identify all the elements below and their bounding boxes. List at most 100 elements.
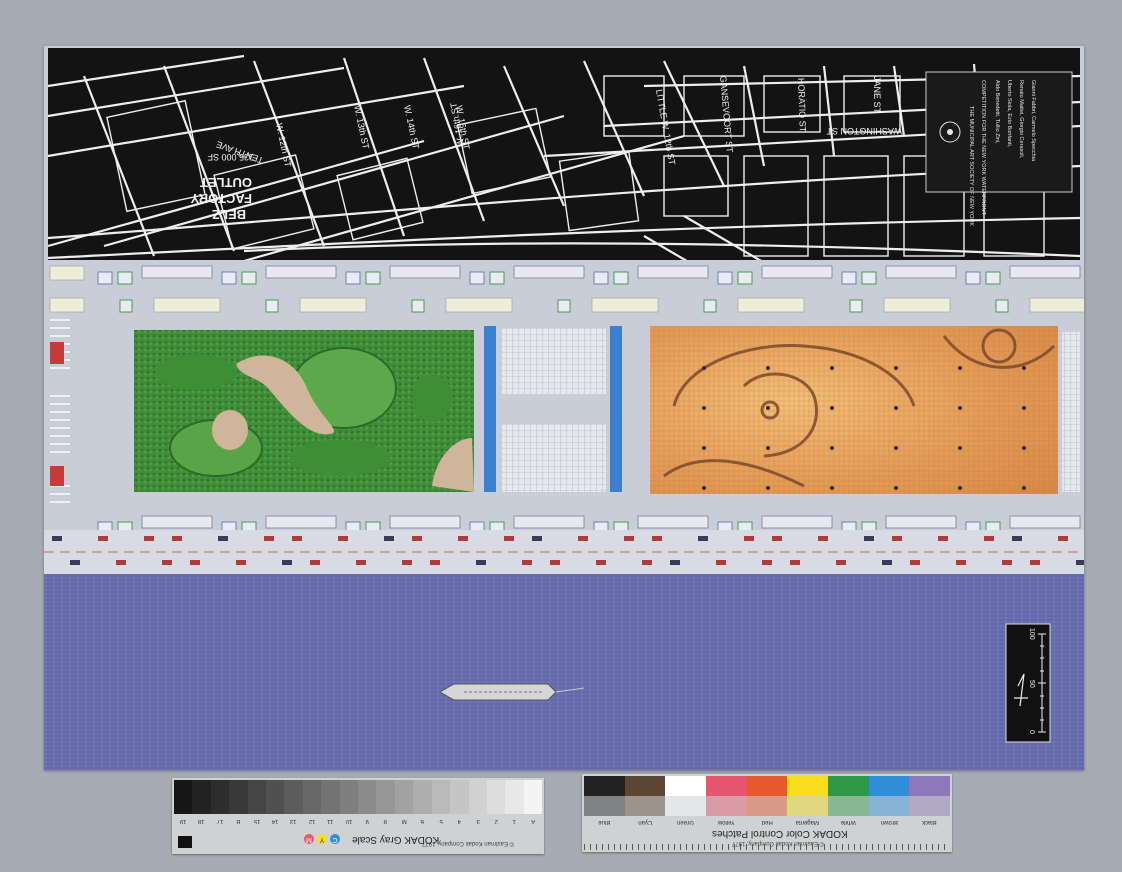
street-washington: WASHINGTON ST <box>826 126 902 136</box>
street-jane: JANE ST <box>872 76 882 114</box>
color-patch-label: White <box>840 819 856 825</box>
building-label-2: FACTORY <box>190 191 252 206</box>
gray-scale-card: 19 18 17 B 15 14 13 12 11 10 9 8 M 6 5 4 3 2 1 A KODAK Gray… <box>172 778 544 854</box>
gray-step <box>247 780 267 814</box>
kiosk <box>97 271 113 285</box>
car <box>550 560 560 565</box>
kiosk <box>119 299 133 313</box>
scale-mid: 50 <box>1028 680 1035 688</box>
building-label-1: BELZ <box>212 207 246 222</box>
kiosk <box>221 271 237 285</box>
mosaic-marker <box>702 406 706 410</box>
kiosk <box>117 271 133 285</box>
gray-step-label: 8 <box>384 818 388 824</box>
car <box>310 560 320 565</box>
building-area: 335,000 SF <box>207 152 254 162</box>
gray-step <box>394 780 414 814</box>
title-block-team-3: Renato Mattei, Giorgio Cerasoli, <box>1018 80 1024 159</box>
car <box>522 560 532 565</box>
gray-step-label: B <box>236 818 241 824</box>
kiosk <box>717 271 733 285</box>
bench-block <box>883 297 951 313</box>
car <box>670 560 680 565</box>
gray-step <box>229 780 248 814</box>
car <box>236 560 246 565</box>
car <box>282 560 292 565</box>
car <box>116 560 126 565</box>
gray-step <box>358 780 377 814</box>
color-patch-label: Black <box>922 819 937 825</box>
mosaic-marker <box>830 446 834 450</box>
gray-step <box>468 780 487 814</box>
gray-step-label: 1 <box>512 818 517 824</box>
car <box>652 536 662 541</box>
kiosk <box>995 299 1009 313</box>
color-patch <box>583 776 625 816</box>
kodak-logo-icon <box>178 836 192 848</box>
kiosk <box>613 271 629 285</box>
car <box>744 536 754 541</box>
building-label-3: OUTLET <box>200 175 252 190</box>
shelter-structure <box>141 265 213 279</box>
car <box>642 560 652 565</box>
car <box>864 536 874 541</box>
car <box>190 560 200 565</box>
kiosk <box>345 271 361 285</box>
car <box>892 536 902 541</box>
kiosk <box>861 271 877 285</box>
gray-step <box>450 780 469 814</box>
kiosk <box>703 299 717 313</box>
gray-step-label: 2 <box>494 818 498 824</box>
gray-step <box>339 780 359 814</box>
car <box>402 560 412 565</box>
kiosk <box>849 299 863 313</box>
bench-block <box>737 297 805 313</box>
gray-step <box>192 780 211 814</box>
color-patch-card: Black Brown White Magenta Red Yellow Green Cyan… <box>582 774 952 852</box>
mosaic-marker <box>702 366 706 370</box>
car <box>338 536 348 541</box>
mosaic-marker <box>766 446 770 450</box>
gray-step-labels: 19 18 17 B 15 14 13 12 11 10 9 8 M 6 5 4 3 2 1 A <box>174 816 542 824</box>
car <box>292 536 302 541</box>
car <box>716 560 726 565</box>
car <box>882 560 892 565</box>
color-patch-label: Magenta <box>795 819 820 825</box>
hudson-river <box>44 574 1084 770</box>
gray-step-label: 3 <box>476 818 480 824</box>
badge-y: Y <box>317 834 327 844</box>
shelter-structure <box>761 515 833 529</box>
shelter-structure <box>389 515 461 529</box>
car <box>956 560 966 565</box>
car <box>172 536 182 541</box>
gray-step-label: 9 <box>365 818 369 824</box>
color-patch <box>624 776 666 816</box>
car <box>790 560 800 565</box>
gray-step-label: 11 <box>327 818 334 824</box>
mosaic-marker <box>702 486 706 490</box>
red-pavilion <box>50 466 64 486</box>
car <box>1002 560 1012 565</box>
car <box>984 536 994 541</box>
kiosk <box>985 271 1001 285</box>
car <box>1076 560 1084 565</box>
gray-step <box>413 780 432 814</box>
shelter-structure <box>389 265 461 279</box>
mosaic-marker <box>894 486 898 490</box>
kiosk <box>265 299 279 313</box>
mosaic-marker <box>958 446 962 450</box>
color-patch <box>868 776 910 816</box>
shelter-structure <box>1009 515 1081 529</box>
park-garden <box>134 330 474 492</box>
car <box>384 536 394 541</box>
gray-step <box>486 780 506 814</box>
mosaic-marker <box>894 366 898 370</box>
car <box>430 560 440 565</box>
mosaic-marker <box>894 406 898 410</box>
car <box>624 536 634 541</box>
gray-step-label: 14 <box>271 818 279 824</box>
gray-step-label: 4 <box>457 818 461 824</box>
gray-step <box>376 780 395 814</box>
street-map <box>48 48 1080 270</box>
mosaic-marker <box>830 406 834 410</box>
